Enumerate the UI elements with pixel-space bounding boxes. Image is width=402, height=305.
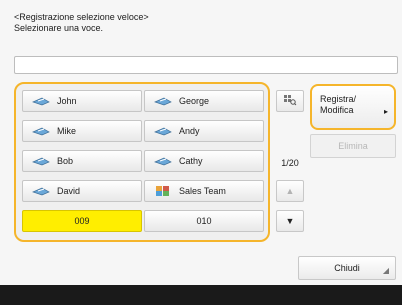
entry-009[interactable]: 009 — [22, 210, 142, 232]
screen-title: <Registrazione selezione veloce> Selezio… — [14, 12, 149, 34]
fax-icon — [31, 155, 51, 167]
delete-label: Elimina — [338, 141, 368, 151]
entry-andy[interactable]: Andy — [144, 120, 264, 142]
entry-label: David — [57, 186, 81, 196]
page-counter: 1/20 — [281, 158, 299, 168]
entry-label: Sales Team — [179, 186, 226, 196]
title-line-2: Selezionare una voce. — [14, 23, 104, 33]
entry-label: Mike — [57, 126, 77, 136]
group-icon — [153, 185, 173, 197]
close-label: Chiudi — [334, 263, 360, 273]
fax-icon — [153, 155, 173, 167]
register-label-line2: Modifica — [320, 105, 354, 115]
title-line-1: <Registrazione selezione veloce> — [14, 12, 149, 22]
fax-icon — [31, 125, 51, 137]
entry-sales-team[interactable]: Sales Team — [144, 180, 264, 202]
entry-label: George — [179, 96, 210, 106]
entry-label: John — [57, 96, 77, 106]
entry-label: Bob — [57, 156, 74, 166]
entry-cathy[interactable]: Cathy — [144, 150, 264, 172]
submenu-arrow-icon: ▸ — [383, 107, 388, 116]
chevron-down-icon: ▼ — [285, 216, 295, 226]
entry-john[interactable]: John — [22, 90, 142, 112]
search-field[interactable] — [14, 56, 398, 74]
search-list-button[interactable] — [276, 90, 304, 112]
entry-david[interactable]: David — [22, 180, 142, 202]
entry-bob[interactable]: Bob — [22, 150, 142, 172]
register-edit-button[interactable]: Registra/ Modifica ▸ — [310, 84, 396, 130]
status-bar — [0, 285, 402, 305]
entry-george[interactable]: George — [144, 90, 264, 112]
fax-icon — [31, 185, 51, 197]
entry-label: 009 — [74, 216, 90, 226]
entry-label: Cathy — [179, 156, 203, 166]
delete-button[interactable]: Elimina — [310, 134, 396, 158]
search-list-icon — [283, 94, 297, 108]
return-corner-icon: ◢ — [382, 266, 389, 275]
register-label-line1: Registra/ — [320, 94, 357, 104]
entry-label: Andy — [179, 126, 200, 136]
fax-icon — [31, 95, 51, 107]
close-button[interactable]: Chiudi ◢ — [298, 256, 396, 280]
scroll-up-button[interactable]: ▲ — [276, 180, 304, 202]
entry-mike[interactable]: Mike — [22, 120, 142, 142]
entry-010[interactable]: 010 — [144, 210, 264, 232]
chevron-up-icon: ▲ — [285, 186, 295, 196]
entry-label: 010 — [196, 216, 212, 226]
scroll-down-button[interactable]: ▼ — [276, 210, 304, 232]
fax-icon — [153, 95, 173, 107]
fax-icon — [153, 125, 173, 137]
